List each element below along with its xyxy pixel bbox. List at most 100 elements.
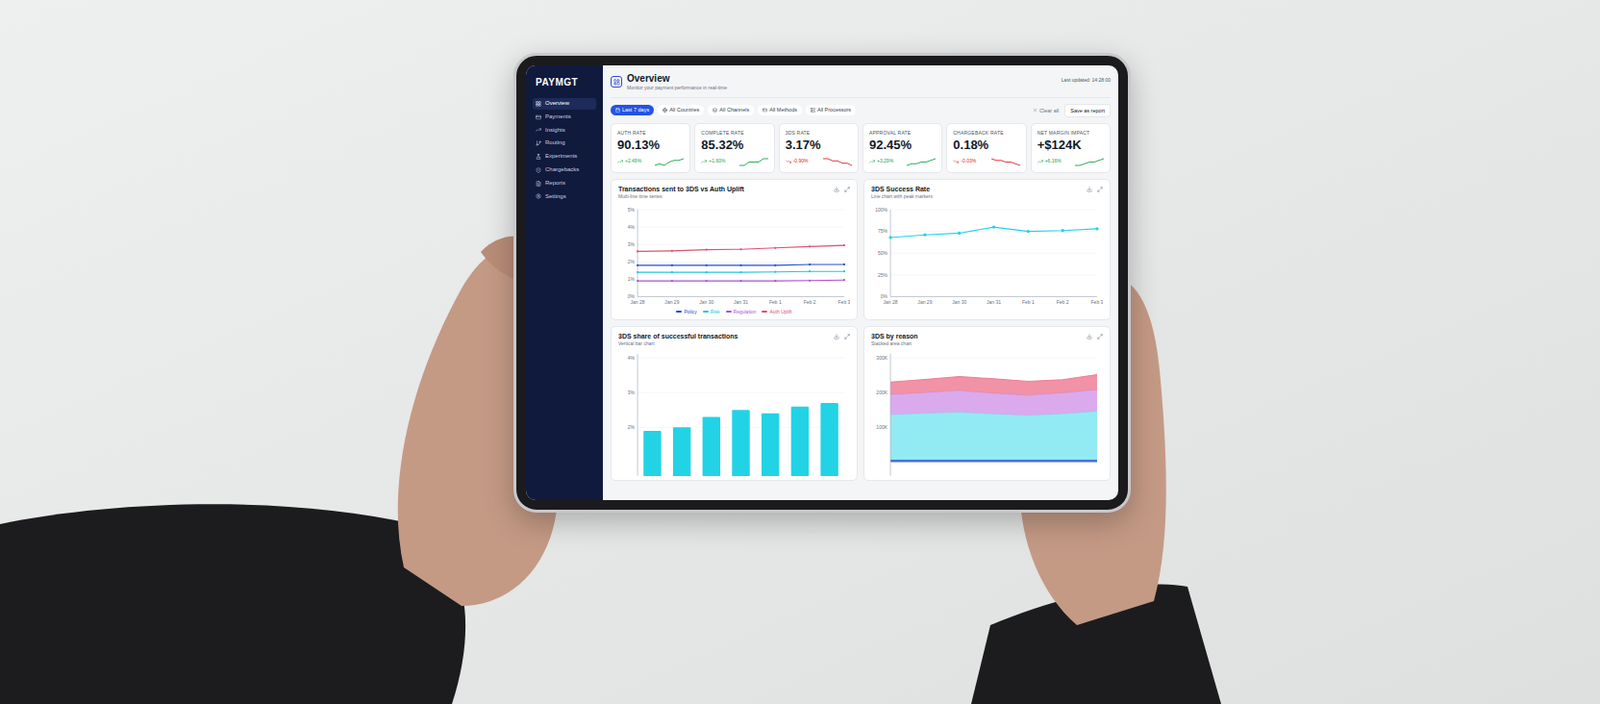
y-tick: 0%	[627, 293, 845, 300]
y-tick: 25%	[877, 271, 1098, 277]
sidebar-item[interactable]: Insights	[532, 125, 597, 137]
sidebar-item[interactable]: Experiments	[532, 150, 597, 163]
expand-icon[interactable]	[844, 333, 850, 340]
legend-label: Policy	[683, 308, 697, 316]
shield-icon	[535, 167, 542, 174]
chart-plot: 0%25%50%75%100%Jan 28Jan 29Jan 30Jan 31F…	[871, 203, 1103, 308]
sidebar-item[interactable]: Overview	[532, 98, 597, 110]
chart-point	[739, 271, 742, 274]
kpi-label: CHARGEBACK RATE	[952, 129, 1020, 136]
legend-item: Policy	[675, 308, 697, 316]
chart-point	[739, 279, 742, 282]
x-tick: Jan 28	[630, 299, 646, 305]
filter-chip[interactable]: All Channels	[707, 104, 754, 116]
chart-point	[992, 225, 996, 228]
filter-chip[interactable]: Last 7 days	[610, 104, 654, 116]
x-tick: Feb 1	[769, 299, 782, 305]
clear-button[interactable]: Clear all	[1032, 106, 1059, 115]
sidebar-label: Insights	[545, 126, 566, 135]
kpi-footer: +1.60%	[700, 157, 768, 167]
chart-titles: Transactions sent to 3DS vs Auth UpliftM…	[618, 185, 745, 200]
x-tick: Jan 31	[986, 299, 1001, 305]
page-header: OverviewMonitor your payment performance…	[610, 73, 1111, 92]
chart-point	[636, 263, 639, 266]
chart-bar	[731, 410, 750, 476]
chart-header: 3DS Success RateLine chart with peak mar…	[871, 185, 1103, 200]
expand-icon[interactable]	[844, 186, 850, 193]
filter-label: All Countries	[669, 106, 700, 114]
svg-text:4%: 4%	[627, 354, 636, 361]
svg-text:1%: 1%	[627, 275, 636, 282]
clear-label: Clear all	[1039, 106, 1059, 115]
legend-item: Regulation	[725, 308, 757, 316]
chart-title: Transactions sent to 3DS vs Auth Uplift	[618, 185, 745, 194]
trend-up-icon	[869, 158, 875, 165]
sidebar-item[interactable]: Reports	[532, 177, 597, 190]
download-icon[interactable]	[1086, 186, 1093, 193]
sidebar-item[interactable]: Payments	[532, 111, 597, 124]
chart-titles: 3DS share of successful transactionsVert…	[618, 332, 739, 348]
download-icon[interactable]	[1086, 333, 1093, 340]
svg-text:25%: 25%	[877, 271, 889, 277]
chart-point	[671, 263, 674, 266]
download-icon[interactable]	[833, 186, 840, 193]
chart-title: 3DS by reason	[871, 332, 919, 341]
y-tick: 1%	[627, 275, 845, 282]
tablet-screen: PAYMGT Overview Payments Insights RoutingExp…	[525, 65, 1119, 500]
chart-point	[739, 263, 742, 266]
kpi-value: 3.17%	[785, 138, 852, 153]
kpi-value: 0.18%	[952, 138, 1020, 153]
card-icon	[535, 114, 542, 121]
chart-point	[705, 279, 708, 282]
kpi-change: -0.90%	[785, 157, 809, 166]
kpi-card: CHARGEBACK RATE 0.18% -0.03%	[946, 123, 1026, 174]
sent3ds-card: Transactions sent to 3DS vs Auth UpliftM…	[610, 178, 858, 321]
chart-tools	[833, 332, 850, 340]
flask-icon	[535, 153, 542, 160]
chart-point	[957, 230, 961, 234]
save-report-button[interactable]: Save as report	[1064, 103, 1111, 118]
sidebar-label: Overview	[545, 100, 570, 108]
svg-text:0%: 0%	[880, 293, 889, 300]
kpi-footer: +3.29%	[869, 157, 936, 167]
legend-item: Auth Uplift	[761, 308, 792, 316]
sidebar-item[interactable]: Settings	[532, 191, 597, 203]
chart-point	[636, 271, 639, 274]
chart-titles: 3DS by reasonStacked area chart	[871, 332, 919, 348]
svg-text:100K: 100K	[875, 425, 888, 431]
expand-icon[interactable]	[1097, 333, 1103, 340]
expand-icon[interactable]	[1097, 186, 1103, 193]
chart-series	[636, 244, 846, 253]
trend-up-icon	[700, 158, 707, 165]
chart-series	[636, 270, 846, 274]
layers-icon	[712, 107, 718, 113]
filter-chip[interactable]: All Processors	[805, 104, 856, 116]
chart-subtitle: Vertical bar chart	[618, 340, 739, 348]
x-tick: Feb 2	[803, 299, 817, 305]
kpi-change: -0.03%	[952, 157, 976, 166]
legend-label: Auth Uplift	[769, 308, 792, 316]
chart-point	[808, 262, 811, 265]
legend-swatch	[725, 310, 732, 313]
branch-icon	[535, 140, 542, 147]
svg-text:3%: 3%	[627, 241, 636, 248]
area-chart: 100K200K300K	[871, 350, 1103, 476]
legend-label: Regulation	[733, 308, 757, 316]
bar-chart: 2%3%4%	[618, 350, 850, 476]
sparkline	[1075, 157, 1104, 167]
filter-chip[interactable]: All Methods	[757, 104, 802, 116]
chart-title: 3DS Success Rate	[871, 185, 933, 194]
sidebar-item[interactable]: Routing	[532, 137, 597, 150]
logo[interactable]: PAYMGT	[532, 75, 597, 90]
sidebar-item[interactable]: Chargebacks	[532, 164, 597, 176]
download-icon[interactable]	[833, 333, 840, 340]
filter-label: All Channels	[719, 106, 750, 114]
kpi-label: APPROVAL RATE	[869, 129, 936, 136]
y-tick: 2%	[627, 258, 845, 265]
chart-series	[636, 278, 846, 282]
area-series	[890, 460, 1098, 463]
filter-chip[interactable]: All Countries	[657, 104, 704, 116]
success-card: 3DS Success RateLine chart with peak mar…	[863, 178, 1111, 321]
kpi-label: 3DS RATE	[785, 129, 852, 136]
last-updated: Last updated: 14:28:00	[1061, 73, 1111, 85]
